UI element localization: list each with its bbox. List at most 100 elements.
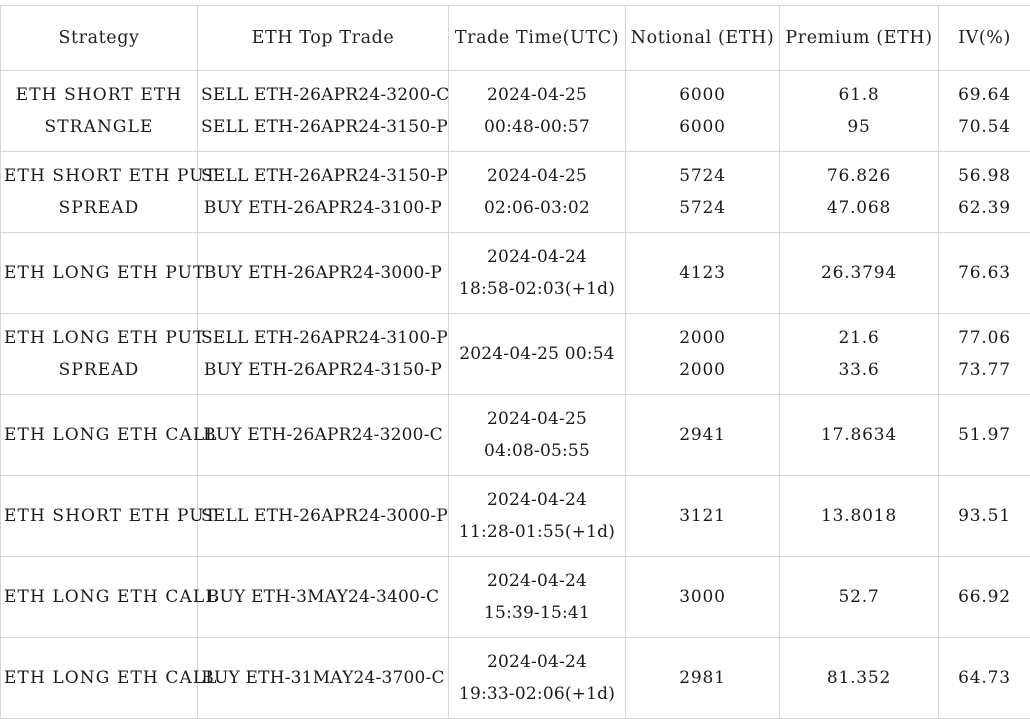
cell-line: 2000: [629, 354, 776, 386]
cell-line: 2024-04-25: [452, 403, 622, 435]
table-row[interactable]: ETH LONG ETH CALLBUY ETH-3MAY24-3400-C20…: [1, 557, 1030, 638]
cell-line: 19:33-02:06(+1d): [452, 678, 622, 710]
cell-notional: 60006000: [626, 71, 780, 152]
cell-premium: 21.633.6: [780, 314, 939, 395]
cell-iv: 66.92: [939, 557, 1030, 638]
cell-trade_time: 2024-04-2418:58-02:03(+1d): [449, 233, 626, 314]
cell-iv: 93.51: [939, 476, 1030, 557]
cell-iv: 56.9862.39: [939, 152, 1030, 233]
cell-line: 95: [783, 111, 935, 143]
cell-line: 77.06: [942, 322, 1027, 354]
cell-notional: 3000: [626, 557, 780, 638]
cell-line: SELL ETH-26APR24-3100-P: [201, 322, 445, 354]
cell-line: SPREAD: [4, 354, 194, 386]
cell-line: ETH SHORT ETH: [4, 79, 194, 111]
cell-notional: 20002000: [626, 314, 780, 395]
cell-line: 51.97: [942, 419, 1027, 451]
cell-strategy: ETH LONG ETH CALL: [1, 557, 198, 638]
column-header-strategy: Strategy: [1, 6, 198, 71]
cell-line: 62.39: [942, 192, 1027, 224]
cell-trade_time: 2024-04-25 00:54: [449, 314, 626, 395]
cell-strategy: ETH LONG ETH CALL: [1, 395, 198, 476]
cell-premium: 17.8634: [780, 395, 939, 476]
cell-top_trade: SELL ETH-26APR24-3200-CSELL ETH-26APR24-…: [198, 71, 449, 152]
cell-trade_time: 2024-04-2419:33-02:06(+1d): [449, 638, 626, 719]
cell-line: 2024-04-25 00:54: [452, 338, 622, 370]
cell-line: 3000: [629, 581, 776, 613]
cell-line: 18:58-02:03(+1d): [452, 273, 622, 305]
cell-line: ETH LONG ETH PUT: [4, 257, 194, 289]
cell-notional: 4123: [626, 233, 780, 314]
cell-iv: 64.73: [939, 638, 1030, 719]
table-row[interactable]: ETH LONG ETH CALLBUY ETH-26APR24-3200-C2…: [1, 395, 1030, 476]
cell-line: SELL ETH-26APR24-3150-P: [201, 160, 445, 192]
cell-strategy: ETH SHORT ETH PUTSPREAD: [1, 152, 198, 233]
table-row[interactable]: ETH LONG ETH PUTBUY ETH-26APR24-3000-P20…: [1, 233, 1030, 314]
cell-top_trade: BUY ETH-26APR24-3200-C: [198, 395, 449, 476]
cell-top_trade: BUY ETH-31MAY24-3700-C: [198, 638, 449, 719]
cell-trade_time: 2024-04-2415:39-15:41: [449, 557, 626, 638]
cell-line: ETH SHORT ETH PUT: [4, 160, 194, 192]
cell-notional: 3121: [626, 476, 780, 557]
cell-line: 81.352: [783, 662, 935, 694]
cell-strategy: ETH LONG ETH PUT: [1, 233, 198, 314]
cell-iv: 69.6470.54: [939, 71, 1030, 152]
cell-line: 26.3794: [783, 257, 935, 289]
table-row[interactable]: ETH LONG ETH PUTSPREADSELL ETH-26APR24-3…: [1, 314, 1030, 395]
cell-line: BUY ETH-26APR24-3000-P: [201, 257, 445, 289]
table-row[interactable]: ETH SHORT ETH PUTSPREADSELL ETH-26APR24-…: [1, 152, 1030, 233]
cell-notional: 57245724: [626, 152, 780, 233]
cell-premium: 26.3794: [780, 233, 939, 314]
cell-top_trade: SELL ETH-26APR24-3100-PBUY ETH-26APR24-3…: [198, 314, 449, 395]
cell-line: 33.6: [783, 354, 935, 386]
cell-line: SELL ETH-26APR24-3000-P: [201, 500, 445, 532]
cell-line: BUY ETH-26APR24-3100-P: [201, 192, 445, 224]
cell-line: 6000: [629, 79, 776, 111]
cell-notional: 2941: [626, 395, 780, 476]
cell-line: 56.98: [942, 160, 1027, 192]
cell-notional: 2981: [626, 638, 780, 719]
cell-trade_time: 2024-04-2411:28-01:55(+1d): [449, 476, 626, 557]
table-row[interactable]: ETH SHORT ETH PUTSELL ETH-26APR24-3000-P…: [1, 476, 1030, 557]
cell-premium: 61.895: [780, 71, 939, 152]
cell-line: 2024-04-24: [452, 646, 622, 678]
cell-line: 2024-04-24: [452, 241, 622, 273]
cell-line: 13.8018: [783, 500, 935, 532]
cell-line: SELL ETH-26APR24-3200-C: [201, 79, 445, 111]
cell-line: 21.6: [783, 322, 935, 354]
cell-top_trade: SELL ETH-26APR24-3000-P: [198, 476, 449, 557]
cell-line: 93.51: [942, 500, 1027, 532]
cell-line: 5724: [629, 160, 776, 192]
cell-line: 2024-04-25: [452, 160, 622, 192]
cell-line: 69.64: [942, 79, 1027, 111]
table-row[interactable]: ETH SHORT ETHSTRANGLESELL ETH-26APR24-32…: [1, 71, 1030, 152]
cell-line: 2981: [629, 662, 776, 694]
cell-iv: 76.63: [939, 233, 1030, 314]
cell-line: 15:39-15:41: [452, 597, 622, 629]
table-row[interactable]: ETH LONG ETH CALLBUY ETH-31MAY24-3700-C2…: [1, 638, 1030, 719]
cell-line: 52.7: [783, 581, 935, 613]
cell-premium: 13.8018: [780, 476, 939, 557]
cell-line: 6000: [629, 111, 776, 143]
cell-line: ETH LONG ETH CALL: [4, 581, 194, 613]
cell-line: BUY ETH-3MAY24-3400-C: [201, 581, 445, 613]
cell-strategy: ETH SHORT ETH PUT: [1, 476, 198, 557]
cell-premium: 52.7: [780, 557, 939, 638]
cell-line: ETH SHORT ETH PUT: [4, 500, 194, 532]
cell-iv: 77.0673.77: [939, 314, 1030, 395]
cell-strategy: ETH LONG ETH PUTSPREAD: [1, 314, 198, 395]
column-header-iv: IV(%): [939, 6, 1030, 71]
cell-trade_time: 2024-04-2502:06-03:02: [449, 152, 626, 233]
cell-top_trade: BUY ETH-3MAY24-3400-C: [198, 557, 449, 638]
cell-trade_time: 2024-04-2504:08-05:55: [449, 395, 626, 476]
cell-line: 76.826: [783, 160, 935, 192]
cell-line: 2941: [629, 419, 776, 451]
cell-line: 47.068: [783, 192, 935, 224]
cell-line: 73.77: [942, 354, 1027, 386]
column-header-top-trade: ETH Top Trade: [198, 6, 449, 71]
column-header-premium: Premium (ETH): [780, 6, 939, 71]
cell-line: BUY ETH-26APR24-3150-P: [201, 354, 445, 386]
cell-line: 02:06-03:02: [452, 192, 622, 224]
cell-top_trade: SELL ETH-26APR24-3150-PBUY ETH-26APR24-3…: [198, 152, 449, 233]
cell-line: 66.92: [942, 581, 1027, 613]
